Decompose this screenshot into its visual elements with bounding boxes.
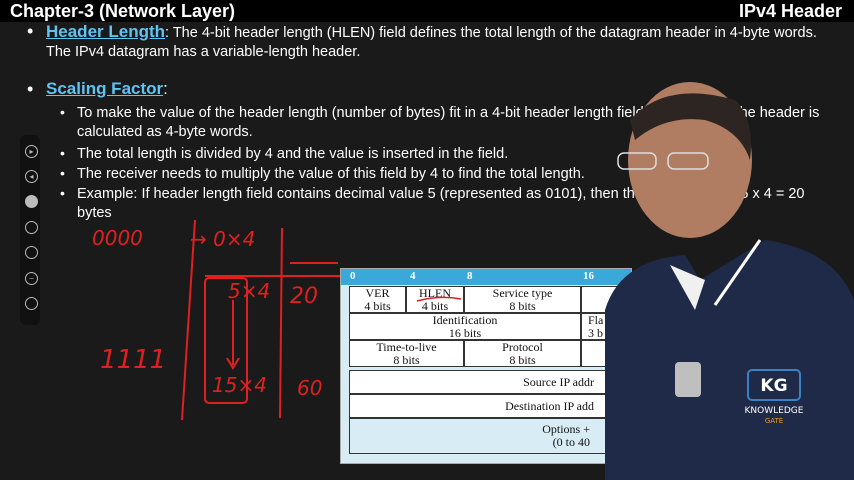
- ink-sixty: 60: [297, 376, 322, 400]
- identification-cell: Identification 16 bits: [349, 313, 581, 340]
- logo-letters: KG: [760, 376, 787, 396]
- presenter: KG KNOWLEDGE GATE: [605, 82, 854, 480]
- logo-name: KNOWLEDGE: [745, 406, 804, 416]
- bit-label: 8: [467, 270, 473, 282]
- ink-binary-ones: 1111: [100, 345, 166, 375]
- bit-label: 4: [410, 270, 416, 282]
- ver-cell: VER 4 bits: [349, 286, 406, 313]
- ink-five-times-four: 5×4: [228, 279, 270, 303]
- hlen-cell: HLEN 4 bits: [406, 286, 464, 313]
- ink-twenty: 20: [290, 284, 318, 309]
- service-type-cell: Service type 8 bits: [464, 286, 581, 313]
- ttl-cell: Time-to-live 8 bits: [349, 340, 464, 367]
- protocol-cell: Protocol 8 bits: [464, 340, 581, 367]
- bit-label: 0: [350, 270, 356, 282]
- ink-binary-zero: 0000: [92, 226, 143, 250]
- ink-underline: [416, 296, 462, 302]
- ink-fifteen-times-four: 15×4: [212, 373, 267, 397]
- logo-sub: GATE: [765, 417, 783, 425]
- ink-zero-times-four: → 0×4: [190, 227, 255, 251]
